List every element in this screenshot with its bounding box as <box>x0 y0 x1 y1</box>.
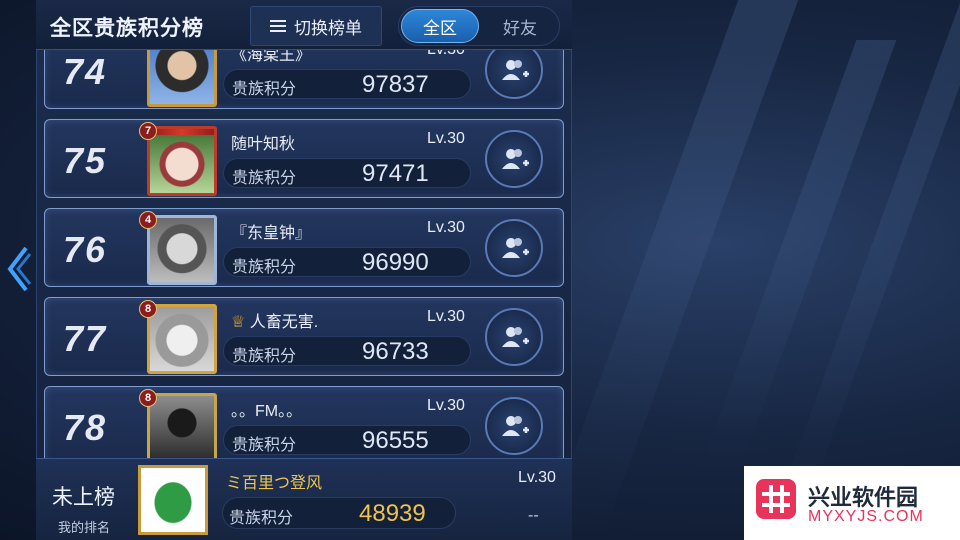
leaderboard-row[interactable]: 75 7 随叶知秋 Lv.30 贵族积分 97471 <box>44 119 564 198</box>
player-level: Lv.30 <box>427 308 465 325</box>
switch-leaderboard-label: 切换榜单 <box>294 18 362 38</box>
my-rank-panel: 未上榜 我的排名 ミ百里つ登风 Lv.30 贵族积分 48939 -- <box>36 458 572 540</box>
tab-friends[interactable]: 好友 <box>481 9 559 43</box>
my-rank-status: 未上榜 <box>52 486 115 509</box>
avatar[interactable] <box>147 215 217 285</box>
avatar[interactable] <box>147 304 217 374</box>
leaderboard-row[interactable]: 78 8 。。FM。。 Lv.30 贵族积分 96555 <box>44 386 564 465</box>
player-level: Lv.30 <box>427 130 465 147</box>
add-friend-button[interactable] <box>485 130 543 188</box>
score-label: 贵族积分 <box>232 348 297 365</box>
my-score-bar: 贵族积分 48939 <box>222 497 456 529</box>
my-rank-caption: 我的排名 <box>58 520 111 535</box>
my-player-name: ミ百里つ登风 <box>226 475 323 492</box>
leaderboard-row[interactable]: 76 4 『东皇钟』 Lv.30 贵族积分 96990 <box>44 208 564 287</box>
noble-level-badge: 8 <box>139 300 157 318</box>
add-friend-icon <box>502 149 529 169</box>
hash-logo-icon <box>756 479 796 519</box>
score-label: 贵族积分 <box>232 81 297 98</box>
my-score-value: 48939 <box>359 500 426 527</box>
add-friend-button[interactable] <box>485 397 543 455</box>
my-player-level: Lv.30 <box>518 469 556 486</box>
score-label: 贵族积分 <box>232 437 297 454</box>
watermark: 兴业软件园 MYXYJS.COM <box>744 466 960 540</box>
rank-number: 76 <box>63 229 108 270</box>
score-value: 96555 <box>362 427 429 454</box>
list-icon <box>270 20 286 32</box>
score-bar: 贵族积分 97837 <box>223 69 471 99</box>
add-friend-button[interactable] <box>485 219 543 277</box>
score-bar: 贵族积分 96733 <box>223 336 471 366</box>
player-name: 『东皇钟』 <box>231 225 312 242</box>
tab-all-region[interactable]: 全区 <box>401 9 479 43</box>
leaderboard-header: 全区贵族积分榜 切换榜单 全区 好友 <box>36 0 572 50</box>
add-friend-icon <box>502 238 529 258</box>
bg-decor <box>541 0 799 540</box>
watermark-url: MYXYJS.COM <box>808 508 924 525</box>
add-friend-icon <box>502 327 529 347</box>
rank-number: 78 <box>63 407 108 448</box>
my-avatar[interactable] <box>138 465 208 535</box>
my-action-placeholder: -- <box>528 507 539 524</box>
player-level: Lv.30 <box>427 219 465 236</box>
player-name: ♕ 人畜无害. <box>231 308 318 332</box>
score-value: 97837 <box>362 71 429 98</box>
player-name: 随叶知秋 <box>231 136 296 153</box>
avatar[interactable] <box>147 393 217 463</box>
add-friend-icon <box>502 416 529 436</box>
score-label: 贵族积分 <box>232 170 297 187</box>
player-name: 。。FM。。 <box>231 403 303 420</box>
noble-level-badge: 8 <box>139 389 157 407</box>
rank-number: 77 <box>63 318 108 359</box>
noble-level-badge: 7 <box>139 122 157 140</box>
player-name-text: 人畜无害. <box>249 314 319 331</box>
add-friend-icon <box>502 60 529 80</box>
scope-toggle: 全区 好友 <box>398 6 560 46</box>
switch-leaderboard-button[interactable]: 切换榜单 <box>250 6 382 46</box>
score-value: 96990 <box>362 249 429 276</box>
score-bar: 贵族积分 97471 <box>223 158 471 188</box>
noble-level-badge: 4 <box>139 211 157 229</box>
rank-number: 75 <box>63 140 108 181</box>
page-title: 全区贵族积分榜 <box>50 17 204 40</box>
add-friend-button[interactable] <box>485 308 543 366</box>
avatar[interactable] <box>147 126 217 196</box>
back-chevron-icon[interactable] <box>4 246 32 292</box>
leaderboard-row[interactable]: 77 8 ♕ 人畜无害. Lv.30 贵族积分 96733 <box>44 297 564 376</box>
rank-number: 74 <box>63 51 108 92</box>
score-value: 96733 <box>362 338 429 365</box>
crown-icon: ♕ <box>231 314 246 331</box>
my-score-label: 贵族积分 <box>229 510 294 527</box>
score-bar: 贵族积分 96990 <box>223 247 471 277</box>
score-bar: 贵族积分 96555 <box>223 425 471 455</box>
score-label: 贵族积分 <box>232 259 297 276</box>
player-level: Lv.30 <box>427 397 465 414</box>
score-value: 97471 <box>362 160 429 187</box>
